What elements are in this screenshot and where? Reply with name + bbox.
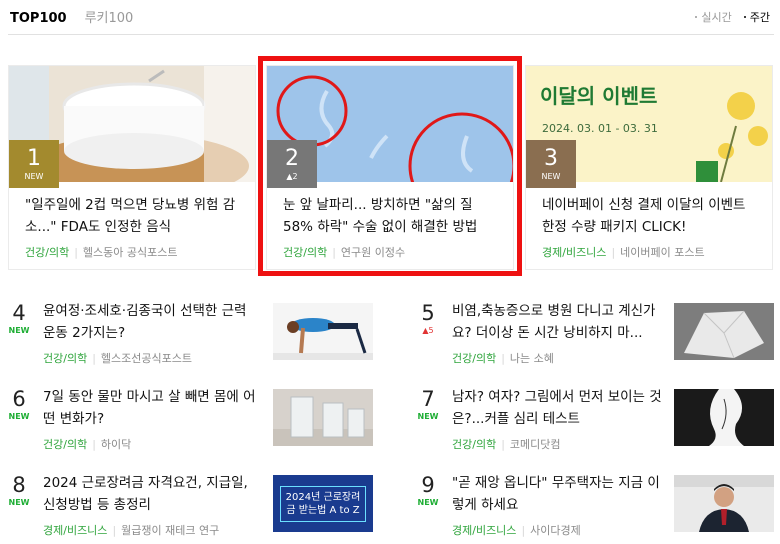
item-meta: 건강/의학 | 헬스조선공식포스트 — [43, 352, 192, 365]
item-title[interactable]: 2024 근로장려금 자격요건, 지급일, 신청방법 등 총정리 — [43, 472, 258, 516]
item-thumbnail[interactable] — [674, 303, 774, 360]
new-badge: NEW — [24, 172, 44, 181]
ranking-tabs: TOP100 루키100 — [10, 7, 133, 26]
source-label[interactable]: 코메디닷컴 — [510, 438, 561, 451]
presenter-image — [674, 475, 774, 532]
category-label[interactable]: 경제/비즈니스 — [43, 524, 107, 537]
bullet-icon — [695, 16, 698, 18]
period-realtime[interactable]: 실시간 — [695, 9, 732, 25]
rank-indicator: 9 NEW — [417, 472, 439, 508]
category-label[interactable]: 건강/의학 — [452, 352, 496, 365]
rank-number: 4 — [12, 301, 26, 325]
banner-date: 2024. 03. 01 - 03. 31 — [542, 122, 658, 135]
period-weekly[interactable]: 주간 — [743, 9, 770, 25]
list-item-9[interactable]: 9 NEW "곧 재앙 옵니다" 무주택자는 지금 이렇게 하세요 경제/비즈니… — [417, 472, 774, 544]
item-thumbnail[interactable]: 2024년 근로장려금 받는법 A to Z — [273, 475, 373, 532]
item-thumbnail[interactable] — [273, 303, 373, 360]
rank-number: 5 — [421, 301, 435, 325]
period-weekly-label: 주간 — [749, 11, 770, 24]
source-label[interactable]: 월급쟁이 재테크 연구 — [121, 524, 219, 537]
bullet-icon — [743, 16, 746, 18]
new-badge: NEW — [541, 172, 561, 181]
source-label[interactable]: 네이버페이 포스트 — [620, 246, 704, 259]
source-label[interactable]: 사이다경제 — [530, 524, 581, 537]
card-meta: 건강/의학 | 헬스동아 공식포스트 — [25, 246, 178, 259]
item-meta: 건강/의학 | 코메디닷컴 — [452, 438, 561, 451]
new-badge: NEW — [417, 412, 439, 421]
item-thumbnail[interactable] — [674, 389, 774, 446]
period-toggle: 실시간 주간 — [683, 9, 770, 25]
rank-badge: 1 NEW — [9, 140, 59, 188]
rank-change: ▲5 — [422, 326, 434, 335]
item-meta: 경제/비즈니스 | 사이다경제 — [452, 524, 581, 537]
banner-heading: 이달의 이벤트 — [540, 84, 658, 108]
item-title[interactable]: 남자? 여자? 그림에서 먼저 보이는 것은?...커플 심리 테스트 — [452, 386, 667, 430]
rank-indicator: 7 NEW — [417, 386, 439, 422]
list-item-5[interactable]: 5 ▲5 비염,축농증으로 병원 다니고 계신가요? 더이상 돈 시간 낭비하지… — [417, 300, 774, 374]
list-item-6[interactable]: 6 NEW 7일 동안 물만 마시고 살 빼면 몸에 어떤 변화가? 건강/의학… — [8, 386, 373, 460]
item-title[interactable]: 윤여정·조세호·김종국이 선택한 근력 운동 2가지는? — [43, 300, 258, 344]
category-label[interactable]: 건강/의학 — [25, 246, 69, 259]
category-label[interactable]: 경제/비즈니스 — [452, 524, 516, 537]
item-title[interactable]: 비염,축농증으로 병원 다니고 계신가요? 더이상 돈 시간 낭비하지 마... — [452, 300, 667, 344]
category-label[interactable]: 건강/의학 — [452, 438, 496, 451]
top-card-1[interactable]: 1 NEW "일주일에 2컵 먹으면 당뇨병 위험 감소..." FDA도 인정… — [8, 65, 256, 270]
pushup-image — [273, 303, 373, 360]
rank-number: 1 — [27, 146, 41, 171]
category-label[interactable]: 건강/의학 — [43, 352, 87, 365]
new-badge: NEW — [8, 326, 30, 335]
tab-top100[interactable]: TOP100 — [10, 11, 67, 26]
rank-indicator: 8 NEW — [8, 472, 30, 508]
item-meta: 경제/비즈니스 | 월급쟁이 재테크 연구 — [43, 524, 220, 537]
highlight-frame — [258, 56, 522, 276]
new-badge: NEW — [417, 498, 439, 507]
illusion-drawing-image — [674, 389, 774, 446]
source-label[interactable]: 하이닥 — [101, 438, 131, 451]
source-label[interactable]: 헬스동아 공식포스트 — [83, 246, 178, 259]
item-meta: 건강/의학 | 나는 소혜 — [452, 352, 554, 365]
list-item-4[interactable]: 4 NEW 윤여정·조세호·김종국이 선택한 근력 운동 2가지는? 건강/의학… — [8, 300, 373, 374]
rank-indicator: 5 ▲5 — [417, 300, 439, 336]
rank-badge: 3 NEW — [526, 140, 576, 188]
category-label[interactable]: 경제/비즈니스 — [542, 246, 606, 259]
rank-indicator: 6 NEW — [8, 386, 30, 422]
rank-indicator: 4 NEW — [8, 300, 30, 336]
divider — [8, 34, 774, 35]
category-label[interactable]: 건강/의학 — [43, 438, 87, 451]
list-item-8[interactable]: 8 NEW 2024 근로장려금 자격요건, 지급일, 신청방법 등 총정리 경… — [8, 472, 373, 544]
rank-number: 6 — [12, 387, 26, 411]
rank-number: 3 — [544, 146, 558, 171]
tissue-image — [674, 303, 774, 360]
card-meta: 경제/비즈니스 | 네이버페이 포스트 — [542, 246, 705, 259]
list-item-7[interactable]: 7 NEW 남자? 여자? 그림에서 먼저 보이는 것은?...커플 심리 테스… — [417, 386, 774, 460]
rank-number: 8 — [12, 473, 26, 497]
card-title[interactable]: 네이버페이 신청 결제 이달의 이벤트 한정 수량 패키지 CLICK! — [542, 194, 760, 238]
new-badge: NEW — [8, 412, 30, 421]
new-badge: NEW — [8, 498, 30, 507]
tab-rookie100[interactable]: 루키100 — [85, 7, 134, 26]
period-realtime-label: 실시간 — [701, 11, 732, 24]
thumbnail-caption: 2024년 근로장려금 받는법 A to Z — [280, 485, 366, 522]
rank-number: 9 — [421, 473, 435, 497]
top-card-3[interactable]: 이달의 이벤트 2024. 03. 01 - 03. 31 3 NEW 네이버페… — [525, 65, 773, 270]
card-title[interactable]: "일주일에 2컵 먹으면 당뇨병 위험 감소..." FDA도 인정한 음식 — [25, 194, 243, 238]
item-title[interactable]: "곧 재앙 옵니다" 무주택자는 지금 이렇게 하세요 — [452, 472, 667, 516]
item-meta: 건강/의학 | 하이닥 — [43, 438, 132, 451]
water-glasses-image — [273, 389, 373, 446]
rank-number: 7 — [421, 387, 435, 411]
item-thumbnail[interactable] — [674, 475, 774, 532]
item-thumbnail[interactable] — [273, 389, 373, 446]
item-title[interactable]: 7일 동안 물만 마시고 살 빼면 몸에 어떤 변화가? — [43, 386, 258, 430]
source-label[interactable]: 헬스조선공식포스트 — [101, 352, 192, 365]
source-label[interactable]: 나는 소혜 — [510, 352, 554, 365]
